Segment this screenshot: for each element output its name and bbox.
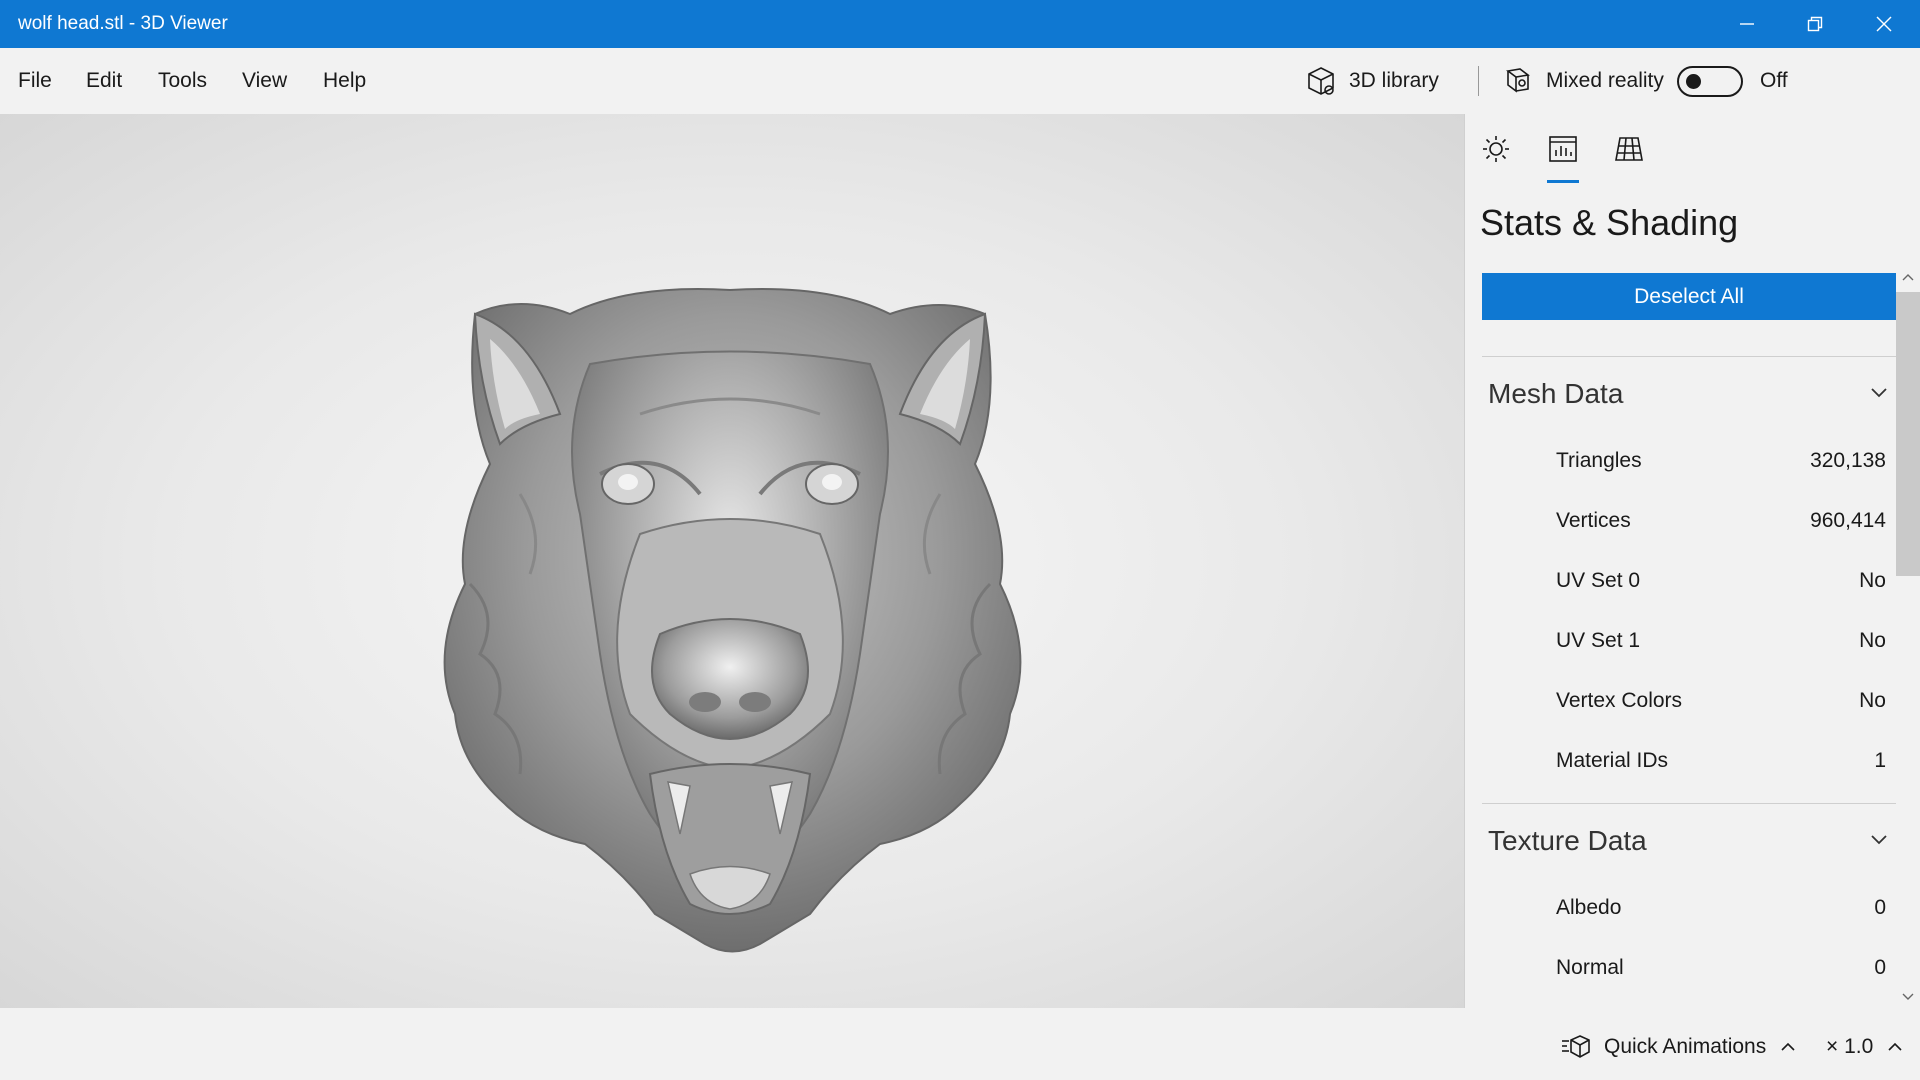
grid-icon xyxy=(1615,137,1643,161)
mesh-row-triangles: Triangles 320,138 xyxy=(1556,449,1886,479)
active-tab-indicator xyxy=(1547,180,1579,183)
stats-icon xyxy=(1549,136,1577,162)
menu-edit[interactable]: Edit xyxy=(86,69,122,93)
row-label: Albedo xyxy=(1556,896,1622,919)
row-value: 1 xyxy=(1874,749,1886,772)
title-bar: wolf head.stl - 3D Viewer xyxy=(0,0,1920,48)
scroll-down-button[interactable] xyxy=(1900,990,1916,1004)
restore-button[interactable] xyxy=(1781,0,1849,48)
row-label: UV Set 0 xyxy=(1556,569,1641,592)
menu-help[interactable]: Help xyxy=(323,69,366,93)
chevron-down-icon xyxy=(1902,993,1914,1000)
texture-data-header[interactable]: Texture Data xyxy=(1488,821,1888,861)
row-value: 320,138 xyxy=(1810,449,1886,472)
texture-row-normal: Normal 0 xyxy=(1556,956,1886,986)
menu-file[interactable]: File xyxy=(18,69,52,93)
row-label: Material IDs xyxy=(1556,749,1669,772)
chevron-up-icon xyxy=(1902,274,1914,281)
section-divider xyxy=(1482,803,1896,804)
mixed-reality-icon xyxy=(1506,68,1530,93)
mesh-row-vertices: Vertices 960,414 xyxy=(1556,509,1886,539)
chevron-down-icon xyxy=(1870,386,1888,404)
row-value: 0 xyxy=(1874,896,1886,919)
tab-stats[interactable] xyxy=(1541,127,1585,171)
bottom-bar: Quick Animations × 1.0 xyxy=(0,1008,1920,1080)
minimize-icon xyxy=(1740,23,1754,25)
scroll-up-button[interactable] xyxy=(1900,270,1916,284)
texture-row-albedo: Albedo 0 xyxy=(1556,896,1886,926)
library-button[interactable]: 3D library xyxy=(1305,62,1439,100)
toolbar-separator xyxy=(1478,66,1479,96)
tab-lighting[interactable] xyxy=(1474,127,1518,171)
row-label: Normal xyxy=(1556,956,1624,979)
mesh-row-material-ids: Material IDs 1 xyxy=(1556,749,1886,779)
chevron-down-icon xyxy=(1870,833,1888,851)
close-icon xyxy=(1876,16,1892,32)
stats-panel xyxy=(1464,114,1920,1008)
sun-icon xyxy=(1483,136,1509,162)
deselect-all-button[interactable]: Deselect All xyxy=(1482,273,1896,320)
mesh-data-header[interactable]: Mesh Data xyxy=(1488,374,1888,414)
mixed-reality-button[interactable]: Mixed reality xyxy=(1502,62,1664,100)
mixed-reality-label: Mixed reality xyxy=(1546,69,1664,92)
menu-view[interactable]: View xyxy=(242,69,287,93)
quick-animations-button[interactable]: Quick Animations xyxy=(1560,1032,1796,1062)
row-value: No xyxy=(1859,689,1886,712)
minimize-button[interactable] xyxy=(1713,0,1781,48)
section-divider xyxy=(1482,356,1896,357)
row-label: UV Set 1 xyxy=(1556,629,1641,652)
row-value: 0 xyxy=(1874,956,1886,979)
mesh-row-uv-set-1: UV Set 1 No xyxy=(1556,629,1886,659)
texture-data-title: Texture Data xyxy=(1488,825,1647,856)
mixed-reality-state: Off xyxy=(1760,69,1788,92)
panel-title: Stats & Shading xyxy=(1480,202,1739,243)
row-value: 960,414 xyxy=(1810,509,1886,532)
mesh-data-title: Mesh Data xyxy=(1488,378,1624,409)
restore-icon xyxy=(1807,16,1823,32)
window-title: wolf head.stl - 3D Viewer xyxy=(18,13,228,34)
mesh-row-vertex-colors: Vertex Colors No xyxy=(1556,689,1886,719)
chevron-up-icon xyxy=(1781,1042,1795,1051)
scrollbar-thumb[interactable] xyxy=(1896,292,1920,576)
chevron-up-icon xyxy=(1888,1042,1902,1051)
speed-button[interactable]: × 1.0 xyxy=(1826,1032,1903,1062)
library-label: 3D library xyxy=(1349,69,1439,92)
row-value: No xyxy=(1859,569,1886,592)
speed-label: × 1.0 xyxy=(1826,1035,1874,1058)
mesh-row-uv-set-0: UV Set 0 No xyxy=(1556,569,1886,599)
tab-mesh-grid[interactable] xyxy=(1607,127,1651,171)
mixed-reality-toggle[interactable] xyxy=(1677,66,1743,97)
close-button[interactable] xyxy=(1850,0,1918,48)
toggle-knob xyxy=(1686,74,1701,89)
row-label: Vertex Colors xyxy=(1556,689,1683,712)
row-label: Triangles xyxy=(1556,449,1642,472)
3d-viewport[interactable] xyxy=(0,114,1464,1008)
animation-cube-icon xyxy=(1562,1035,1590,1058)
row-value: No xyxy=(1859,629,1886,652)
cube-icon xyxy=(1308,67,1334,95)
menu-tools[interactable]: Tools xyxy=(158,69,207,93)
menu-bar: File Edit Tools View Help 3D library Mix… xyxy=(0,48,1920,114)
quick-animations-label: Quick Animations xyxy=(1604,1035,1767,1058)
wolf-head-model[interactable] xyxy=(0,114,1464,1008)
row-label: Vertices xyxy=(1556,509,1631,532)
